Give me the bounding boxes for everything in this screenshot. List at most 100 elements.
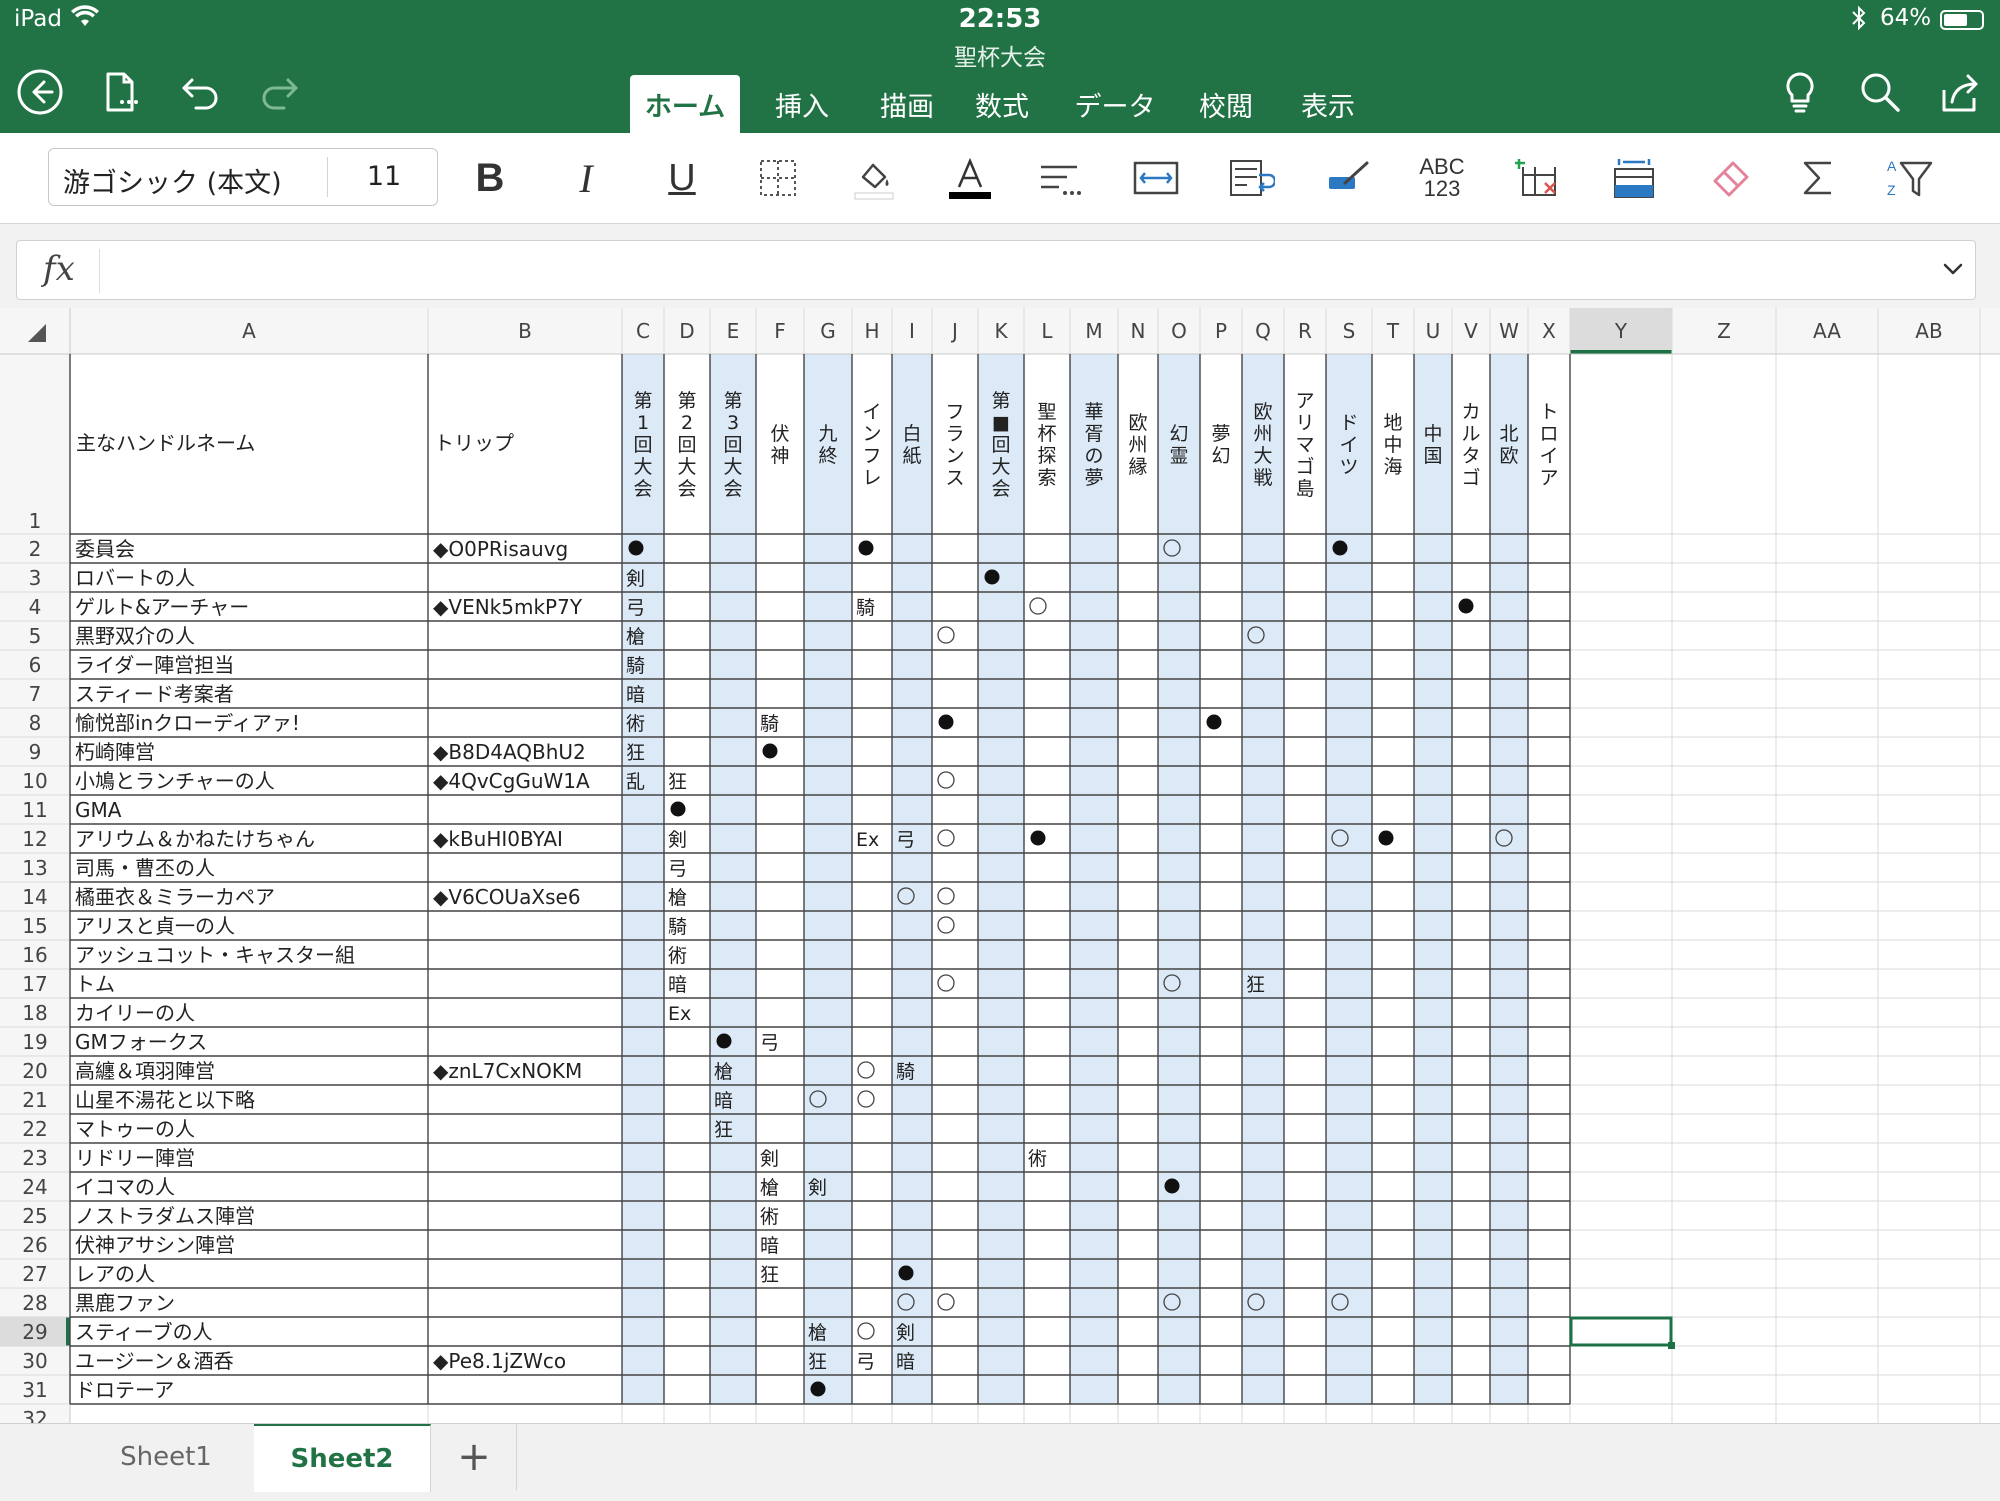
cell-C10[interactable]: 乱 — [626, 771, 645, 793]
cell-A29[interactable]: スティーブの人 — [75, 1320, 213, 1344]
header-cell-E[interactable]: 第 3 回大会 — [723, 390, 742, 500]
cell-E20[interactable]: 槍 — [714, 1061, 733, 1083]
font-picker[interactable]: 游ゴシック (本文) 11 — [48, 148, 438, 206]
open-circle-mark[interactable] — [937, 771, 955, 789]
open-circle-mark[interactable] — [937, 974, 955, 992]
column-header-K[interactable]: K — [994, 319, 1008, 343]
font-size[interactable]: 11 — [329, 161, 439, 192]
font-color-button[interactable] — [940, 148, 1000, 208]
column-header-G[interactable]: G — [820, 319, 836, 343]
add-sheet-button[interactable]: + — [432, 1424, 517, 1490]
column-header-AA[interactable]: AA — [1813, 319, 1841, 343]
borders-button[interactable] — [748, 148, 808, 208]
insert-delete-button[interactable] — [1508, 148, 1568, 208]
cell-G29[interactable]: 槍 — [808, 1322, 827, 1344]
ribbon-tab-3[interactable]: 数式 — [962, 75, 1042, 133]
cell-H4[interactable]: 騎 — [856, 597, 875, 619]
ribbon-tab-1[interactable]: 挿入 — [762, 75, 842, 133]
row-header-14[interactable]: 14 — [22, 885, 47, 909]
row-header-22[interactable]: 22 — [22, 1117, 47, 1141]
cell-B10[interactable]: ◆4QvCgGuW1A — [433, 769, 590, 793]
ribbon-tab-2[interactable]: 描画 — [862, 75, 952, 133]
ribbon-tab-0[interactable]: ホーム — [630, 75, 740, 133]
open-circle-mark[interactable] — [937, 887, 955, 905]
formula-input[interactable] — [109, 249, 1893, 295]
cell-A22[interactable]: マトゥーの人 — [75, 1117, 195, 1141]
cell-C8[interactable]: 術 — [626, 713, 645, 735]
row-header-3[interactable]: 3 — [29, 566, 42, 590]
bold-button[interactable]: B — [460, 148, 520, 208]
cell-Q17[interactable]: 狂 — [1246, 974, 1265, 996]
cell-A6[interactable]: ライダー陣営担当 — [75, 653, 234, 677]
row-header-29[interactable]: 29 — [22, 1320, 47, 1344]
column-header-C[interactable]: C — [636, 319, 650, 343]
cell-A21[interactable]: 山星不湯花と以下略 — [75, 1088, 255, 1112]
ribbon-tab-6[interactable]: 表示 — [1288, 75, 1368, 133]
lightbulb-icon[interactable] — [1772, 64, 1828, 120]
filled-circle-mark[interactable] — [1030, 830, 1046, 846]
column-header-Z[interactable]: Z — [1717, 319, 1731, 343]
header-cell-W[interactable]: 北欧 — [1499, 423, 1518, 467]
cell-B12[interactable]: ◆kBuHI0BYAI — [433, 827, 563, 851]
column-header-X[interactable]: X — [1542, 319, 1556, 343]
filled-circle-mark[interactable] — [762, 743, 778, 759]
filled-circle-mark[interactable] — [984, 569, 1000, 585]
header-cell-V[interactable]: カルタゴ — [1461, 401, 1480, 489]
worksheet-grid[interactable]: A B C D E F G H I J K L M N O P Q R S T U V W X Y Z AA AB 1 2 3 4 5 6 7 8 9 1… — [0, 308, 2000, 1423]
cell-D17[interactable]: 暗 — [668, 974, 687, 996]
cell-L23[interactable]: 術 — [1028, 1148, 1047, 1170]
cell-F24[interactable]: 槍 — [760, 1177, 779, 1199]
cell-D18[interactable]: Ex — [668, 1003, 691, 1025]
cell-A10[interactable]: 小鳩とランチャーの人 — [75, 769, 275, 793]
row-header-10[interactable]: 10 — [22, 769, 47, 793]
cell-A12[interactable]: アリウム＆かねたけちゃん — [75, 827, 315, 851]
header-cell-K[interactable]: 第■回大会 — [991, 390, 1010, 500]
cell-C4[interactable]: 弓 — [626, 597, 645, 619]
cell-A7[interactable]: スティード考案者 — [75, 682, 234, 706]
row-header-15[interactable]: 15 — [22, 914, 47, 938]
column-header-J[interactable]: J — [950, 319, 958, 343]
row-header-31[interactable]: 31 — [22, 1378, 47, 1402]
row-header-7[interactable]: 7 — [29, 682, 42, 706]
row-header-30[interactable]: 30 — [22, 1349, 47, 1373]
column-header-Q[interactable]: Q — [1255, 319, 1271, 343]
cell-A31[interactable]: ドロテーア — [75, 1378, 174, 1402]
open-circle-mark[interactable] — [1029, 597, 1047, 615]
cell-C7[interactable]: 暗 — [626, 684, 645, 706]
cell-A3[interactable]: ロバートの人 — [75, 566, 195, 590]
row-header-27[interactable]: 27 — [22, 1262, 47, 1286]
header-cell-P[interactable]: 夢幻 — [1211, 423, 1230, 467]
header-cell-Q[interactable]: 欧州大戦 — [1253, 401, 1272, 489]
filled-circle-mark[interactable] — [628, 540, 644, 556]
column-header-Y[interactable]: Y — [1614, 319, 1628, 343]
cell-F19[interactable]: 弓 — [760, 1032, 779, 1054]
sheet-tab-sheet1[interactable]: Sheet1 — [78, 1424, 255, 1490]
cell-D12[interactable]: 剣 — [668, 829, 687, 851]
header-cell-T[interactable]: 地中海 — [1383, 412, 1402, 478]
cell-A9[interactable]: 朽崎陣営 — [75, 740, 155, 764]
cell-E22[interactable]: 狂 — [714, 1119, 733, 1141]
filled-circle-mark[interactable] — [670, 801, 686, 817]
row-header-8[interactable]: 8 — [29, 711, 42, 735]
row-header-21[interactable]: 21 — [22, 1088, 47, 1112]
italic-button[interactable]: I — [556, 148, 616, 208]
cell-I29[interactable]: 剣 — [896, 1322, 915, 1344]
open-circle-mark[interactable] — [937, 829, 955, 847]
cell-D10[interactable]: 狂 — [668, 771, 687, 793]
cell-B30[interactable]: ◆Pe8.1jZWco — [433, 1349, 566, 1373]
column-header-O[interactable]: O — [1171, 319, 1187, 343]
column-header-L[interactable]: L — [1041, 319, 1053, 343]
filled-circle-mark[interactable] — [1378, 830, 1394, 846]
merge-button[interactable] — [1126, 148, 1186, 208]
row-header-18[interactable]: 18 — [22, 1001, 47, 1025]
column-header-N[interactable]: N — [1131, 319, 1146, 343]
header-cell-G[interactable]: 九終 — [818, 423, 837, 467]
column-header-AB[interactable]: AB — [1915, 319, 1942, 343]
cell-A4[interactable]: ゲルト&アーチャー — [75, 595, 249, 619]
cell-A5[interactable]: 黒野双介の人 — [75, 624, 195, 648]
cell-D16[interactable]: 術 — [668, 945, 687, 967]
cell-F23[interactable]: 剣 — [760, 1148, 779, 1170]
column-header-F[interactable]: F — [774, 319, 786, 343]
fill-color-button[interactable] — [844, 148, 904, 208]
cell-style-button[interactable] — [1318, 148, 1378, 208]
